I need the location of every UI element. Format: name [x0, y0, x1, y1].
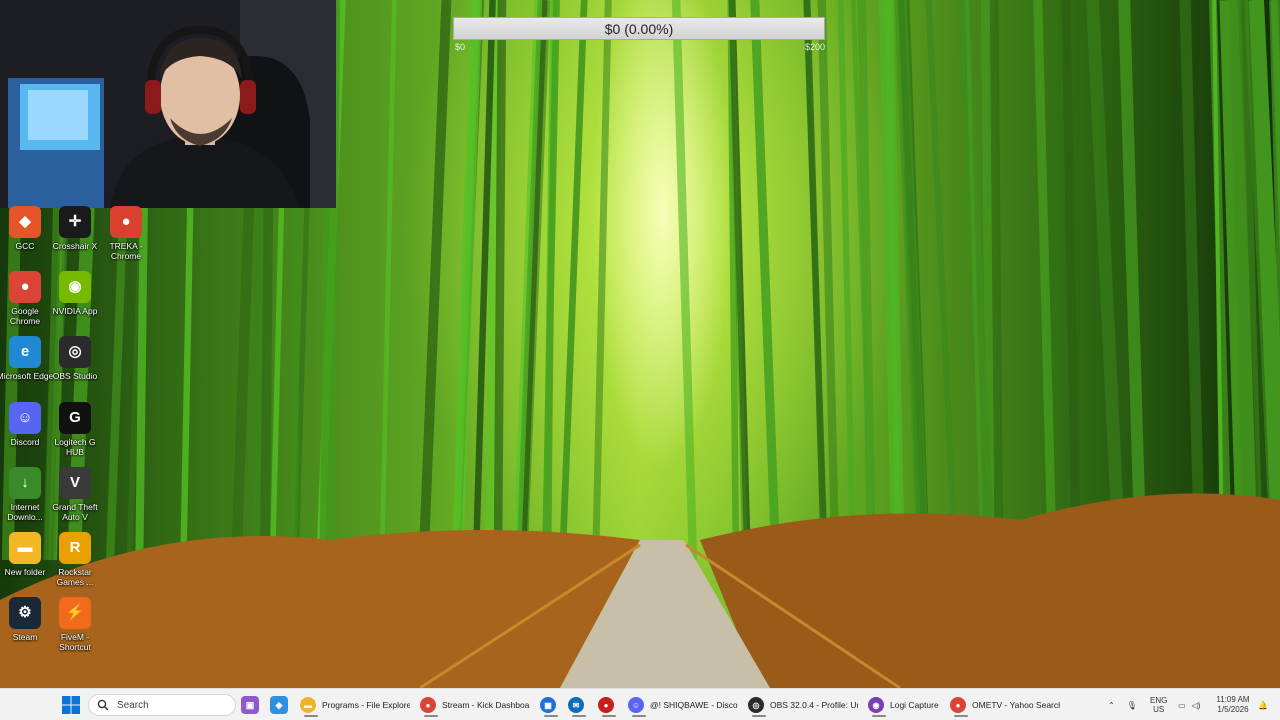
discord-icon: ☺ [9, 402, 41, 434]
desktop-icon-label: FiveM - Shortcut [59, 632, 91, 652]
windows-start-icon[interactable] [62, 696, 80, 714]
clock-time: 11:09 AM [1216, 695, 1250, 704]
taskbar-app-obs-32-0-4-profile-unt[interactable]: ◎ OBS 32.0.4 - Profile: Unt [748, 693, 858, 717]
taskbar-app-ometv-yahoo-search[interactable]: ● OMETV - Yahoo Search [950, 693, 1060, 717]
volume-icon: ◁) [1191, 700, 1201, 710]
discord-icon: ☺ [628, 697, 644, 713]
goal-progress-label: $0 (0.00%) [604, 20, 674, 37]
logitech-icon: G [59, 402, 91, 434]
record-icon: ● [598, 697, 614, 713]
desktop-icon-rockstar-games[interactable]: R Rockstar Games ... [46, 532, 104, 587]
desktop-icon-label: Crosshair X [52, 241, 98, 251]
nvidia-icon: ◉ [59, 271, 91, 303]
desktop-icon-obs-studio[interactable]: ◎ OBS Studio [46, 336, 104, 381]
desktop-icon-label: Logitech G HUB [54, 437, 96, 457]
show-hidden-icons-chevron-icon[interactable]: ⌃ [1108, 701, 1115, 710]
desktop-icon-nvidia-app[interactable]: ◉ NVIDIA App [46, 271, 104, 316]
taskbar-app-record[interactable]: ● [598, 693, 622, 717]
copilot-icon[interactable]: ◈ [270, 696, 288, 714]
taskbar-app-label: Stream - Kick Dashboard [442, 700, 530, 710]
folder-icon: ▬ [9, 532, 41, 564]
taskbar: Search ▣ ◈ ▬ Programs - File Explorer ● Stre… [0, 688, 1280, 720]
chrome-icon: ● [950, 697, 966, 713]
desktop-icon-treka-chrome[interactable]: ● TREKA - Chrome [97, 206, 155, 261]
notification-bell-icon[interactable]: 🔔 [1258, 689, 1268, 720]
taskbar-app-label: OMETV - Yahoo Search [972, 700, 1060, 710]
taskbar-app-label: Programs - File Explorer [322, 700, 410, 710]
network-icon: ▭ [1178, 700, 1186, 710]
donation-goal-bar: $0 (0.00%) [453, 17, 825, 40]
search-icon [97, 699, 109, 711]
store-icon: ▦ [540, 697, 556, 713]
language-indicator[interactable]: ENG US [1150, 689, 1167, 720]
taskbar-search-box[interactable]: Search [88, 694, 236, 716]
rockstar-icon: R [59, 532, 91, 564]
system-tray-icons: ⌃ 🎙 [1108, 689, 1149, 720]
desktop-icon-label: Grand Theft Auto V [52, 502, 98, 522]
desktop-icon-label: OBS Studio [52, 371, 98, 381]
taskbar-app-label: OBS 32.0.4 - Profile: Unt [770, 700, 858, 710]
taskbar-clock[interactable]: 11:09 AM 1/5/2026 [1212, 689, 1254, 720]
obs-icon: ◎ [748, 697, 764, 713]
taskbar-app-logi-capture[interactable]: ◉ Logi Capture [868, 693, 948, 717]
chrome-icon: ● [110, 206, 142, 238]
desktop-icon-grand-theft-auto-v[interactable]: V Grand Theft Auto V [46, 467, 104, 522]
taskbar-app-programs-file-explorer[interactable]: ▬ Programs - File Explorer [300, 693, 410, 717]
crosshair-x-icon: ✛ [59, 206, 91, 238]
edge-icon: e [9, 336, 41, 368]
region-code: US [1153, 705, 1165, 714]
chrome-icon: ● [9, 271, 41, 303]
task-view-icon[interactable]: ▣ [241, 696, 259, 714]
outlook-icon: ✉ [568, 697, 584, 713]
obs-icon: ◎ [59, 336, 91, 368]
steam-icon: ⚙ [9, 597, 41, 629]
desktop-icon-label: Rockstar Games ... [56, 567, 94, 587]
language-code: ENG [1150, 696, 1168, 705]
goal-min-label: $0 [455, 42, 466, 52]
logi-capture-icon: ◉ [868, 697, 884, 713]
streamer-webcam-image [0, 0, 336, 208]
desktop-icon-label: TREKA - Chrome [109, 241, 143, 261]
webcam-overlay [0, 0, 336, 208]
desktop-icon-fivem-shortcut[interactable]: ⚡ FiveM - Shortcut [46, 597, 104, 652]
taskbar-app-stream-kick-dashboard[interactable]: ● Stream - Kick Dashboard [420, 693, 530, 717]
file-explorer-icon: ▬ [300, 697, 316, 713]
network-volume-group[interactable]: ▭ ◁) [1178, 689, 1200, 720]
taskbar-app-label: @! SHIQBAWE - Discord [650, 700, 738, 710]
taskbar-app-label: Logi Capture [890, 700, 939, 710]
gcc-icon: ◆ [9, 206, 41, 238]
desktop-icon-crosshair-x[interactable]: ✛ Crosshair X [46, 206, 104, 251]
microphone-icon[interactable]: 🎙 [1127, 701, 1137, 710]
fivem-icon: ⚡ [59, 597, 91, 629]
idm-icon: ↓ [9, 467, 41, 499]
taskbar-app-shiqbawe-discord[interactable]: ☺ @! SHIQBAWE - Discord [628, 693, 738, 717]
gta-icon: V [59, 467, 91, 499]
clock-date: 1/5/2026 [1217, 705, 1249, 714]
goal-max-label: $200 [805, 42, 826, 52]
chrome-icon: ● [420, 697, 436, 713]
taskbar-app-store[interactable]: ▦ [540, 693, 564, 717]
taskbar-app-outlook[interactable]: ✉ [568, 693, 592, 717]
desktop-icon-logitech-g-hub[interactable]: G Logitech G HUB [46, 402, 104, 457]
search-label: Search [117, 699, 149, 711]
desktop-icon-label: NVIDIA App [52, 306, 98, 316]
